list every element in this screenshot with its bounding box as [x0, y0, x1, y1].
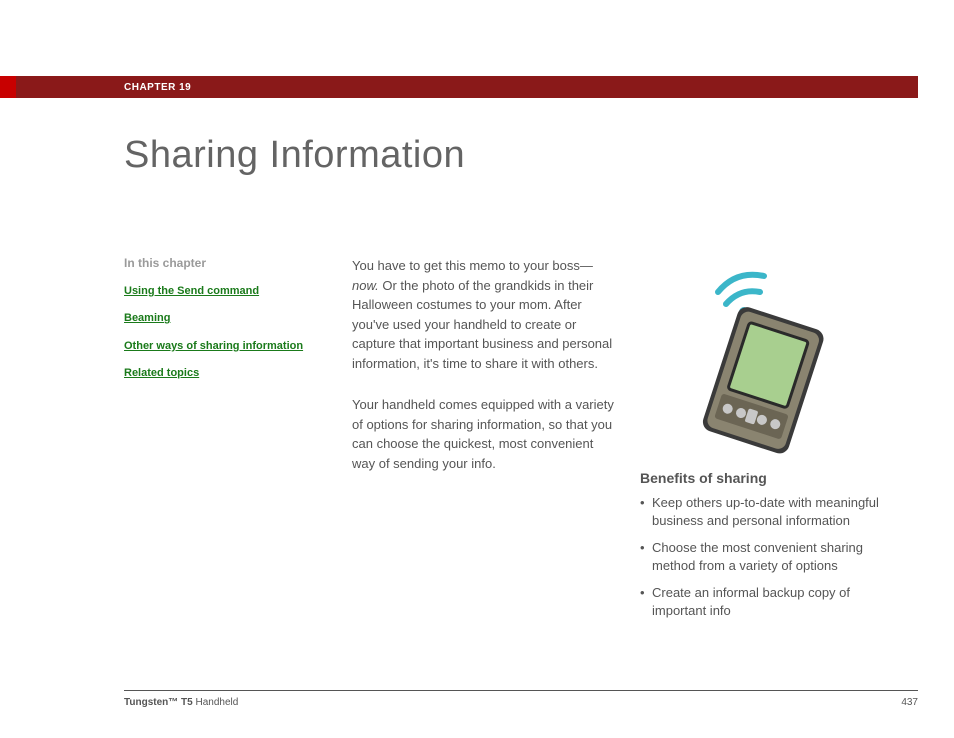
link-beaming[interactable]: Beaming	[124, 311, 304, 326]
intro-p1-a: You have to get this memo to your boss—	[352, 258, 593, 273]
chapter-header: CHAPTER 19	[0, 76, 918, 98]
page-number: 437	[901, 697, 918, 708]
handheld-beaming-illustration	[640, 234, 860, 454]
page-title: Sharing Information	[124, 134, 465, 177]
intro-text: You have to get this memo to your boss— n…	[352, 256, 614, 495]
chapter-label: CHAPTER 19	[124, 82, 191, 93]
benefit-item: Keep others up-to-date with meaningful b…	[640, 494, 900, 529]
intro-paragraph-2: Your handheld comes equipped with a vari…	[352, 395, 614, 473]
product-model: Tungsten™ T5	[124, 697, 193, 708]
sidebar-heading: In this chapter	[124, 256, 304, 270]
benefits-list: Keep others up-to-date with meaningful b…	[640, 494, 900, 619]
handheld-icon	[640, 234, 860, 454]
header-accent	[0, 76, 16, 98]
page-footer: Tungsten™ T5 Handheld 437	[124, 690, 918, 708]
link-send-command[interactable]: Using the Send command	[124, 284, 304, 299]
benefit-item: Choose the most convenient sharing metho…	[640, 539, 900, 574]
intro-p1-b: Or the photo of the grandkids in their H…	[352, 278, 612, 371]
intro-paragraph-1: You have to get this memo to your boss— n…	[352, 256, 614, 373]
product-name: Tungsten™ T5 Handheld	[124, 697, 238, 708]
product-suffix: Handheld	[193, 697, 239, 708]
intro-p1-emphasis: now.	[352, 278, 379, 293]
benefit-item: Create an informal backup copy of import…	[640, 584, 900, 619]
link-other-ways[interactable]: Other ways of sharing information	[124, 339, 304, 354]
benefits-section: Benefits of sharing Keep others up-to-da…	[640, 470, 900, 629]
in-this-chapter: In this chapter Using the Send command B…	[124, 256, 304, 394]
link-related-topics[interactable]: Related topics	[124, 366, 304, 381]
benefits-heading: Benefits of sharing	[640, 470, 900, 486]
